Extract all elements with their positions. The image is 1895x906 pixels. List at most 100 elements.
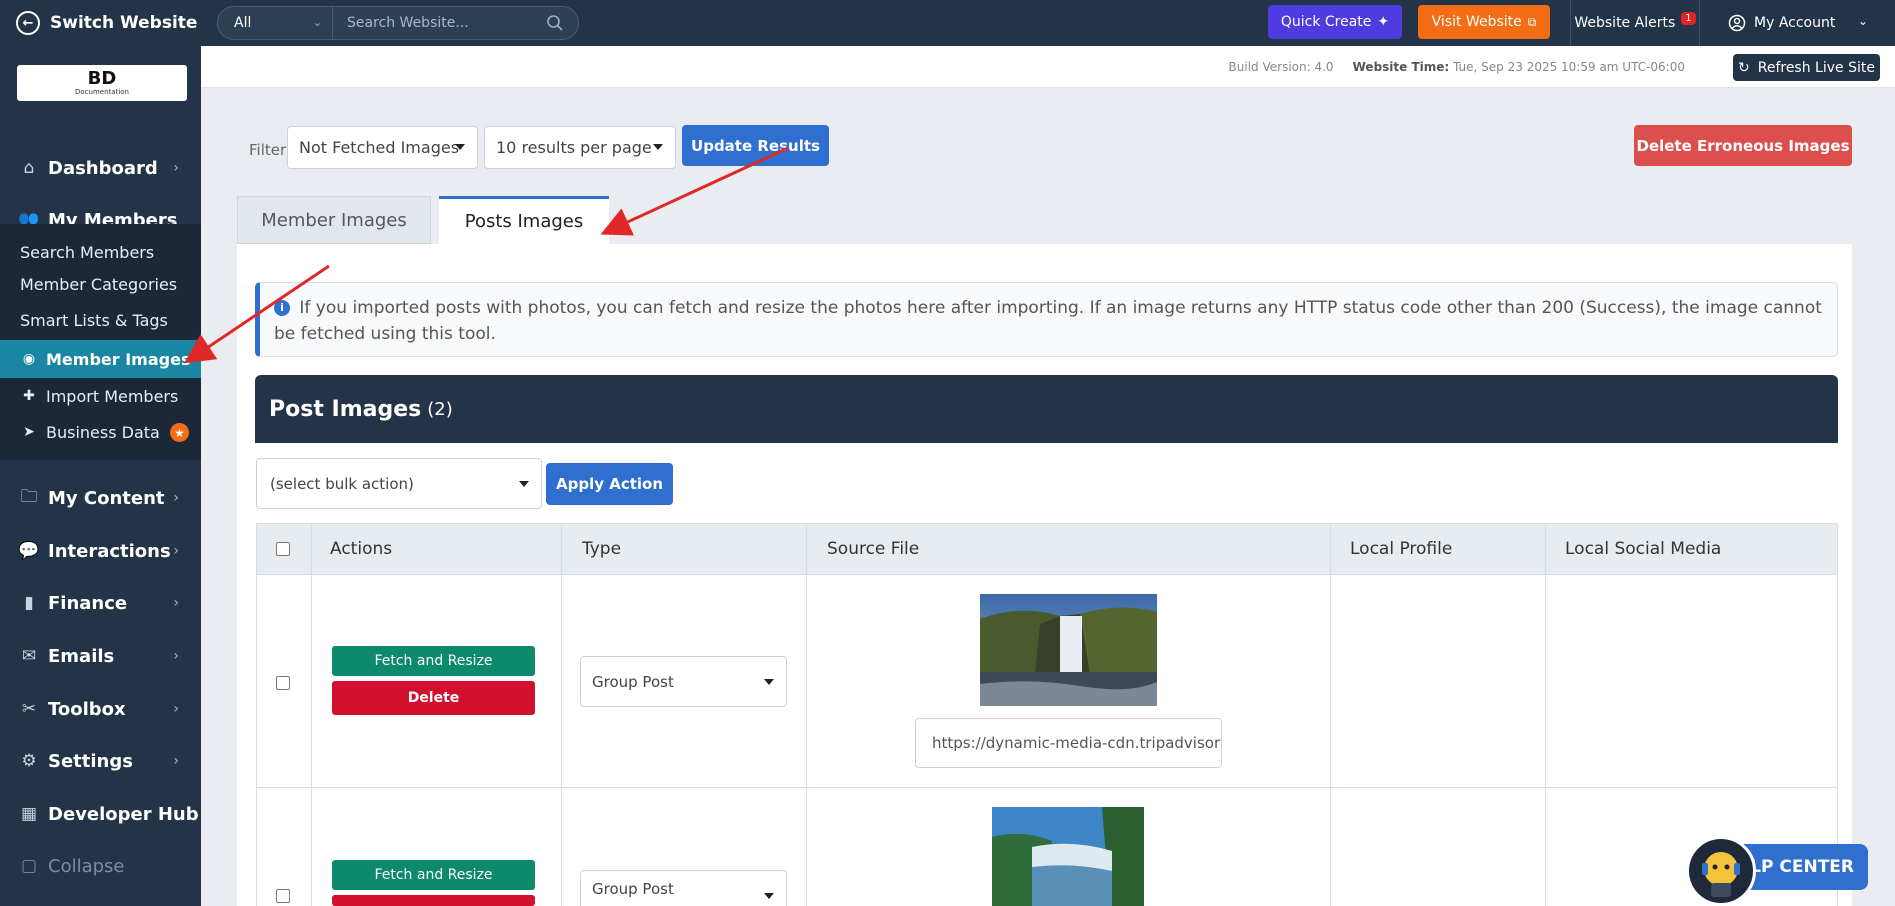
sidebar-item-developer-hub[interactable]: ▦ Developer Hub	[0, 792, 201, 836]
sidebar-item-smart-lists[interactable]: Smart Lists & Tags	[0, 304, 201, 336]
tab-member-images[interactable]: Member Images	[237, 196, 431, 244]
alerts-badge: 1	[1681, 11, 1696, 25]
grid-icon: ▦	[20, 804, 38, 824]
user-circle-icon: ◉	[22, 351, 36, 367]
collapse-icon: ▢	[20, 856, 38, 876]
column-divider	[1330, 523, 1331, 906]
info-alert: i If you imported posts with photos, you…	[255, 282, 1838, 357]
visit-website-button[interactable]: Visit Website ⧉	[1418, 5, 1550, 39]
sidebar-item-label: Finance	[48, 592, 128, 614]
delete-button[interactable]: Delete	[332, 681, 535, 715]
sidebar-item-finance[interactable]: ▮ Finance ›	[0, 581, 201, 625]
chevron-right-icon: ›	[173, 543, 179, 559]
sidebar-item-member-images[interactable]: ◉ Member Images	[0, 340, 201, 378]
source-url-input[interactable]: https://dynamic-media-cdn.tripadvisor	[915, 718, 1222, 768]
sidebar-item-label: Collapse	[48, 855, 125, 877]
sidebar-item-search-members[interactable]: Search Members	[0, 236, 201, 268]
site-logo[interactable]: BD Documentation	[17, 65, 187, 101]
quick-create-button[interactable]: Quick Create ✦	[1268, 5, 1402, 39]
type-value: Group Post	[592, 672, 674, 691]
fetch-and-resize-button[interactable]: Fetch and Resize	[332, 646, 535, 676]
my-account-button[interactable]: My Account ⌄	[1712, 0, 1882, 46]
chat-icon: 💬	[18, 541, 40, 561]
search-input[interactable]: Search Website...	[333, 7, 578, 39]
switch-website-button[interactable]: ← Switch Website	[0, 0, 201, 46]
refresh-icon: ↻	[1738, 59, 1750, 76]
sidebar-collapse-button[interactable]: ▢ Collapse	[0, 844, 201, 888]
image-status-filter-select[interactable]: Not Fetched Images	[287, 126, 478, 169]
row-checkbox[interactable]	[276, 676, 290, 690]
sidebar-item-my-content[interactable]: 🗀 My Content ›	[0, 476, 201, 520]
sidebar-item-label: Toolbox	[48, 698, 126, 720]
tab-posts-images[interactable]: Posts Images	[439, 196, 609, 244]
sidebar-item-dashboard[interactable]: ⌂ Dashboard ›	[0, 146, 201, 190]
results-per-page-value: 10 results per page	[496, 138, 652, 157]
my-members-submenu: Search Members Member Categories Smart L…	[0, 224, 201, 460]
website-time-value: Tue, Sep 23 2025 10:59 am UTC-06:00	[1453, 60, 1685, 74]
search-scope-select[interactable]: All ⌄	[218, 7, 333, 39]
delete-button[interactable]	[332, 895, 535, 906]
row-checkbox[interactable]	[276, 889, 290, 903]
sidebar-item-label: Member Images	[46, 349, 191, 369]
sidebar-item-import-members[interactable]: ✚ Import Members	[0, 380, 201, 412]
type-select[interactable]: Group Post	[580, 656, 787, 707]
apply-action-button[interactable]: Apply Action	[546, 463, 673, 505]
delete-erroneous-images-button[interactable]: Delete Erroneous Images	[1634, 125, 1852, 166]
column-header-local-profile: Local Profile	[1350, 539, 1453, 559]
sidebar-item-member-categories[interactable]: Member Categories	[0, 268, 201, 300]
caret-down-icon	[764, 679, 774, 685]
caret-down-icon	[653, 144, 663, 150]
sidebar-item-settings[interactable]: ⚙ Settings ›	[0, 739, 201, 783]
search-scope-value: All	[234, 15, 252, 31]
info-text: If you imported posts with photos, you c…	[274, 298, 1822, 344]
chevron-right-icon: ›	[173, 160, 179, 176]
waterfall-thumbnail	[980, 594, 1157, 706]
logo-text: BD	[87, 68, 117, 89]
sidebar-item-toolbox[interactable]: ✂ Toolbox ›	[0, 687, 201, 731]
sidebar-item-label: Dashboard	[48, 157, 158, 179]
tools-icon: ✂	[21, 699, 37, 719]
sidebar-item-emails[interactable]: ✉ Emails ›	[0, 634, 201, 678]
caret-down-icon	[764, 893, 774, 899]
website-alerts-button[interactable]: Website Alerts 1	[1570, 0, 1700, 46]
sidebar-item-label: Search Members	[20, 242, 155, 262]
folder-icon: 🗀	[20, 486, 38, 507]
switch-website-label: Switch Website	[50, 13, 198, 33]
sidebar-item-label: My Content	[48, 487, 165, 509]
chevron-right-icon: ›	[173, 490, 179, 506]
refresh-live-site-button[interactable]: ↻ Refresh Live Site	[1733, 54, 1880, 81]
type-select[interactable]: Group Post	[580, 870, 787, 906]
chevron-down-icon: ⌄	[1857, 14, 1868, 28]
sidebar: BD Documentation ⌂ Dashboard › 👥 My Memb…	[0, 46, 201, 906]
help-robot-avatar[interactable]	[1686, 836, 1756, 906]
star-badge-icon: ★	[170, 423, 189, 442]
results-per-page-select[interactable]: 10 results per page	[484, 126, 676, 169]
build-info-text: Build Version: 4.0 Website Time: Tue, Se…	[1229, 60, 1685, 74]
sparkle-icon: ✦	[1377, 14, 1390, 30]
bar-chart-icon: ▮	[24, 593, 34, 613]
filter-label: Filter	[249, 141, 287, 159]
back-arrow-icon: ←	[16, 11, 40, 35]
select-all-checkbox[interactable]	[276, 542, 290, 556]
sidebar-item-label: Emails	[48, 645, 115, 667]
sidebar-item-label: Settings	[48, 750, 133, 772]
fetch-and-resize-button[interactable]: Fetch and Resize	[332, 860, 535, 890]
sidebar-item-label: Import Members	[46, 386, 179, 406]
build-version: Build Version: 4.0	[1228, 60, 1334, 74]
top-bar: ← Switch Website All ⌄ Search Website...…	[0, 0, 1895, 46]
chevron-right-icon: ›	[173, 753, 179, 769]
caret-down-icon	[455, 144, 465, 150]
quick-create-label: Quick Create	[1280, 14, 1372, 30]
sidebar-item-business-data[interactable]: ➤ Business Data ★	[0, 416, 201, 448]
search-placeholder: Search Website...	[347, 15, 469, 31]
account-label: My Account	[1754, 15, 1836, 31]
logo-subtext: Documentation	[75, 88, 129, 96]
search-icon[interactable]	[546, 14, 564, 32]
sidebar-item-label: Smart Lists & Tags	[20, 310, 168, 330]
sidebar-item-label: Interactions	[48, 540, 171, 562]
bulk-action-select[interactable]: (select bulk action)	[256, 458, 542, 509]
post-images-title: Post Images	[269, 396, 422, 422]
info-icon: i	[274, 300, 290, 316]
sidebar-item-interactions[interactable]: 💬 Interactions ›	[0, 529, 201, 573]
update-results-button[interactable]: Update Results	[682, 125, 829, 166]
